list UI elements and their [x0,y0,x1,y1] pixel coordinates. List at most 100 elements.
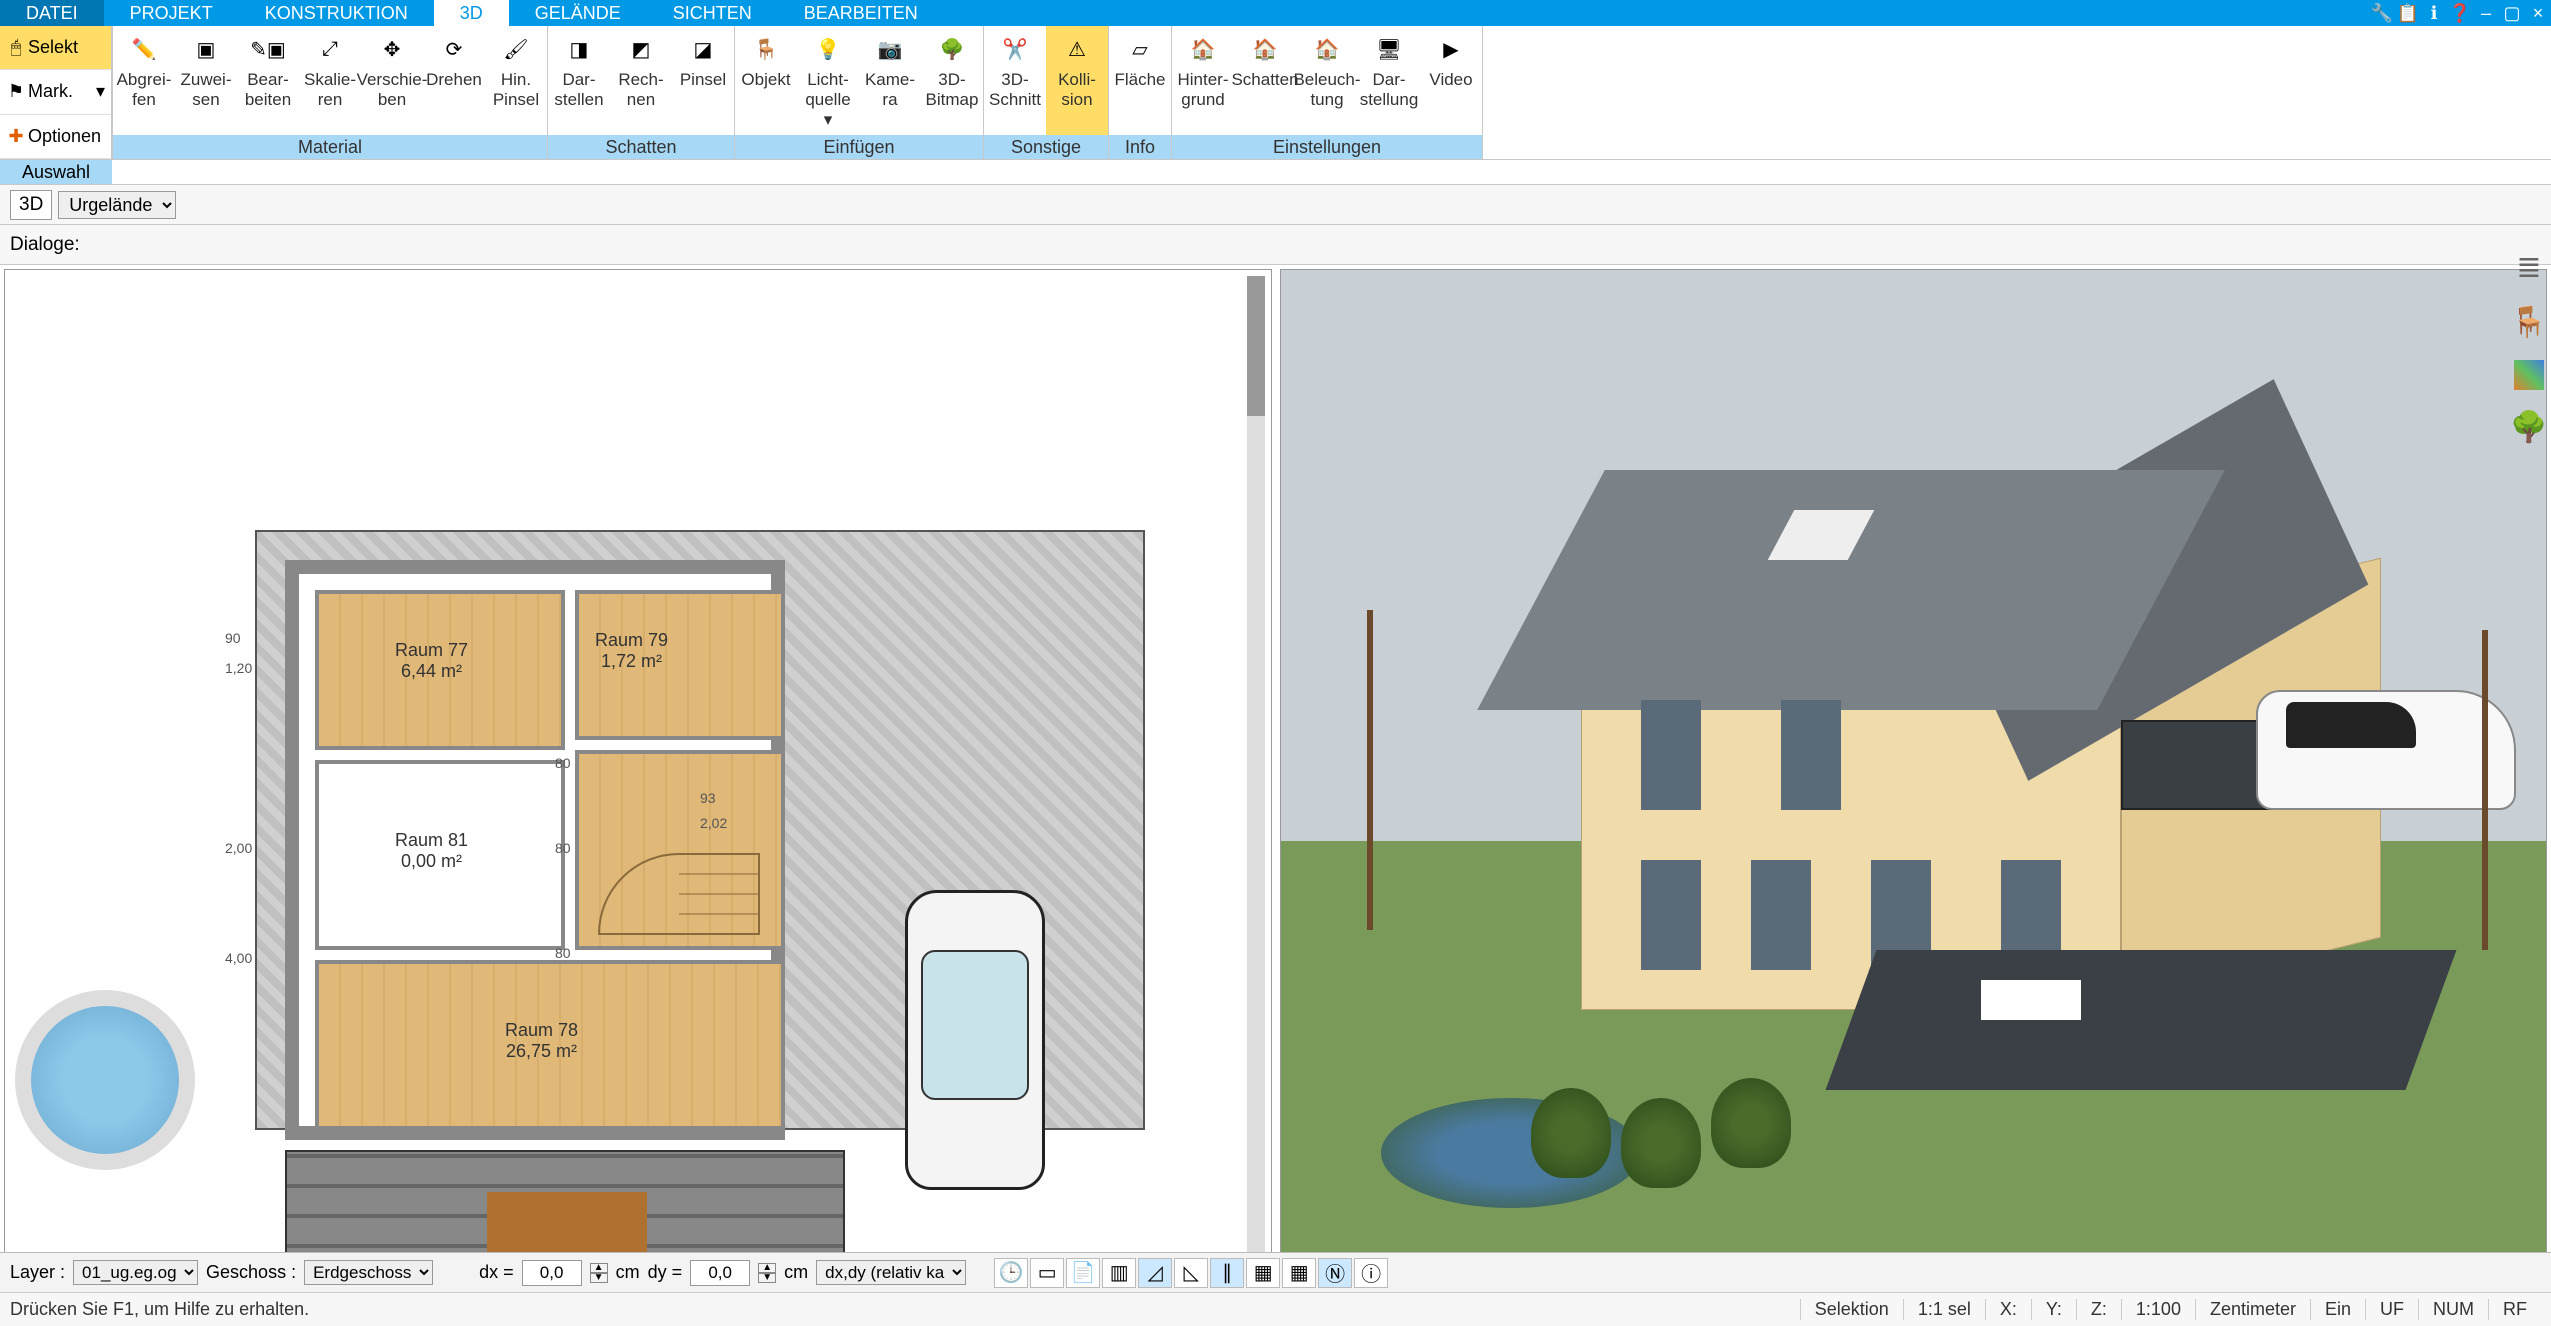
kamera-button[interactable]: 📷Kame- ra [859,26,921,135]
window-3d [1641,860,1701,970]
room-79[interactable] [575,590,785,740]
status-bar: Drücken Sie F1, um Hilfe zu erhalten. Se… [0,1292,2551,1326]
bottom-tool-icons: 🕒 ▭ 📄 ▥ ◿ ◺ ∥ ▦ ▦ Ⓝ ⓘ [994,1258,1388,1288]
darstellung-button[interactable]: 🖥Dar- stellung [1358,26,1420,135]
darstellen-button[interactable]: ◨Dar- stellen [548,26,610,135]
3d-view[interactable] [1280,269,2548,1309]
skalieren-button[interactable]: ⤢Skalie- ren [299,26,361,135]
move-icon: ✥ [375,32,409,66]
menu-sichten[interactable]: SICHTEN [647,0,778,26]
close-icon[interactable]: × [2525,0,2551,26]
hintergrund-button[interactable]: 🏠Hinter- grund [1172,26,1234,135]
menu-projekt[interactable]: PROJEKT [104,0,239,26]
group-einfuegen: 🪑Objekt 💡Licht- quelle ▾ 📷Kame- ra 🌳3D- … [735,26,984,159]
menu-bearbeiten[interactable]: BEARBEITEN [778,0,944,26]
dim: 80 [555,945,571,961]
restore-icon[interactable]: ▢ [2499,0,2525,26]
info-icon[interactable]: ℹ [2421,0,2447,26]
coord-mode-select[interactable]: dx,dy (relativ ka [816,1260,966,1285]
dx-spinner[interactable]: ▲▼ [590,1263,608,1283]
room-78[interactable] [315,960,785,1130]
menu-gelaende[interactable]: GELÄNDE [509,0,647,26]
right-tool-panel: ≣ 🪑 🌳 [2507,250,2551,445]
car-2d[interactable] [905,890,1045,1190]
rechnen-button[interactable]: ◩Rech- nen [610,26,672,135]
angle2-icon[interactable]: ◺ [1174,1258,1208,1288]
bush-3d [1531,1088,1611,1178]
menu-konstruktion[interactable]: KONSTRUKTION [239,0,434,26]
bearbeiten-button[interactable]: ✎▣Bear- beiten [237,26,299,135]
dy-input[interactable] [690,1260,750,1286]
minimize-icon[interactable]: – [2473,0,2499,26]
page-icon[interactable]: 📄 [1066,1258,1100,1288]
status-num: NUM [2418,1299,2488,1320]
stack-icon[interactable]: ▥ [1102,1258,1136,1288]
objekt-button[interactable]: 🪑Objekt [735,26,797,135]
2d-plan-view[interactable]: Raum 776,44 m² Raum 791,72 m² Raum 810,0… [4,269,1272,1309]
room-77[interactable] [315,590,565,750]
info-small-icon[interactable]: ⓘ [1354,1258,1388,1288]
menu-datei[interactable]: DATEI [0,0,104,26]
dim: 4,00 [225,950,252,966]
layer-select[interactable]: 01_ug.eg.og [73,1260,198,1285]
tree-icon[interactable]: 🌳 [2510,410,2547,445]
optionen-button[interactable]: ✚Optionen [0,115,111,159]
dim: 90 [225,630,241,646]
stair-area[interactable] [575,750,785,950]
assign-icon: ▣ [189,32,223,66]
pinsel-button[interactable]: ◪Pinsel [672,26,734,135]
cube-shadow-icon: ◨ [562,32,596,66]
dim: 2,00 [225,840,252,856]
status-rf: RF [2488,1299,2541,1320]
beleuchtung-button[interactable]: 🏠Beleuch- tung [1296,26,1358,135]
kollision-button[interactable]: ⚠Kolli- sion [1046,26,1108,135]
video-button[interactable]: ▶Video [1420,26,1482,135]
flaeche-button[interactable]: ▱Fläche [1109,26,1171,135]
help-icon[interactable]: ❓ [2447,0,2473,26]
geschoss-select[interactable]: Erdgeschoss [304,1260,433,1285]
titlebar-icons: 🔧 📋 ℹ ❓ – ▢ × [2369,0,2551,26]
wrench-icon[interactable]: 🔧 [2369,0,2395,26]
selekt-button[interactable]: 🖱Selekt [0,26,111,70]
room-81[interactable] [315,760,565,950]
dy-label: dy = [648,1262,683,1283]
angle1-icon[interactable]: ◿ [1138,1258,1172,1288]
dy-spinner[interactable]: ▲▼ [758,1263,776,1283]
window-3d [1641,700,1701,810]
dx-input[interactable] [522,1260,582,1286]
menu-3d[interactable]: 3D [434,0,509,26]
staircase-icon [579,754,789,954]
roof-icon [1477,470,2225,710]
area-icon: ▱ [1123,32,1157,66]
status-scale1: 1:1 sel [1903,1299,1985,1320]
furniture-icon[interactable]: 🪑 [2510,305,2547,340]
north-icon[interactable]: Ⓝ [1318,1258,1352,1288]
screen-icon[interactable]: ▭ [1030,1258,1064,1288]
clipboard-icon[interactable]: 📋 [2395,0,2421,26]
group-caption: Schatten [548,135,734,159]
abgreifen-button[interactable]: ✏️Abgrei- fen [113,26,175,135]
parallel-icon[interactable]: ∥ [1210,1258,1244,1288]
mark-button[interactable]: ⚑Mark.▾ [0,70,111,114]
schatten-button[interactable]: 🏠Schatten [1234,26,1296,135]
clock-icon[interactable]: 🕒 [994,1258,1028,1288]
terrain-select[interactable]: Urgelände [58,191,176,219]
guides-icon[interactable]: ▦ [1246,1258,1280,1288]
drehen-button[interactable]: ⟳Drehen [423,26,485,135]
layers-icon[interactable]: ≣ [2516,250,2541,285]
flag-icon: ⚑ [6,81,26,102]
workspace: Raum 776,44 m² Raum 791,72 m² Raum 810,0… [0,265,2551,1313]
3dschnitt-button[interactable]: ✂️3D- Schnitt [984,26,1046,135]
3dbitmap-button[interactable]: 🌳3D- Bitmap [921,26,983,135]
cube-brush-icon: ◪ [686,32,720,66]
group-einstellungen: 🏠Hinter- grund 🏠Schatten 🏠Beleuch- tung … [1172,26,1483,159]
dx-label: dx = [479,1262,514,1283]
verschieben-button[interactable]: ✥Verschie- ben [361,26,423,135]
hinpinsel-button[interactable]: 🖌Hin. Pinsel [485,26,547,135]
scrollbar-2d[interactable] [1247,276,1265,1302]
zuweisen-button[interactable]: ▣Zuwei- sen [175,26,237,135]
lichtquelle-button[interactable]: 💡Licht- quelle ▾ [797,26,859,135]
materials-swatch-icon[interactable] [2514,360,2544,390]
pool-2d[interactable] [4,970,235,1210]
grid-icon[interactable]: ▦ [1282,1258,1316,1288]
